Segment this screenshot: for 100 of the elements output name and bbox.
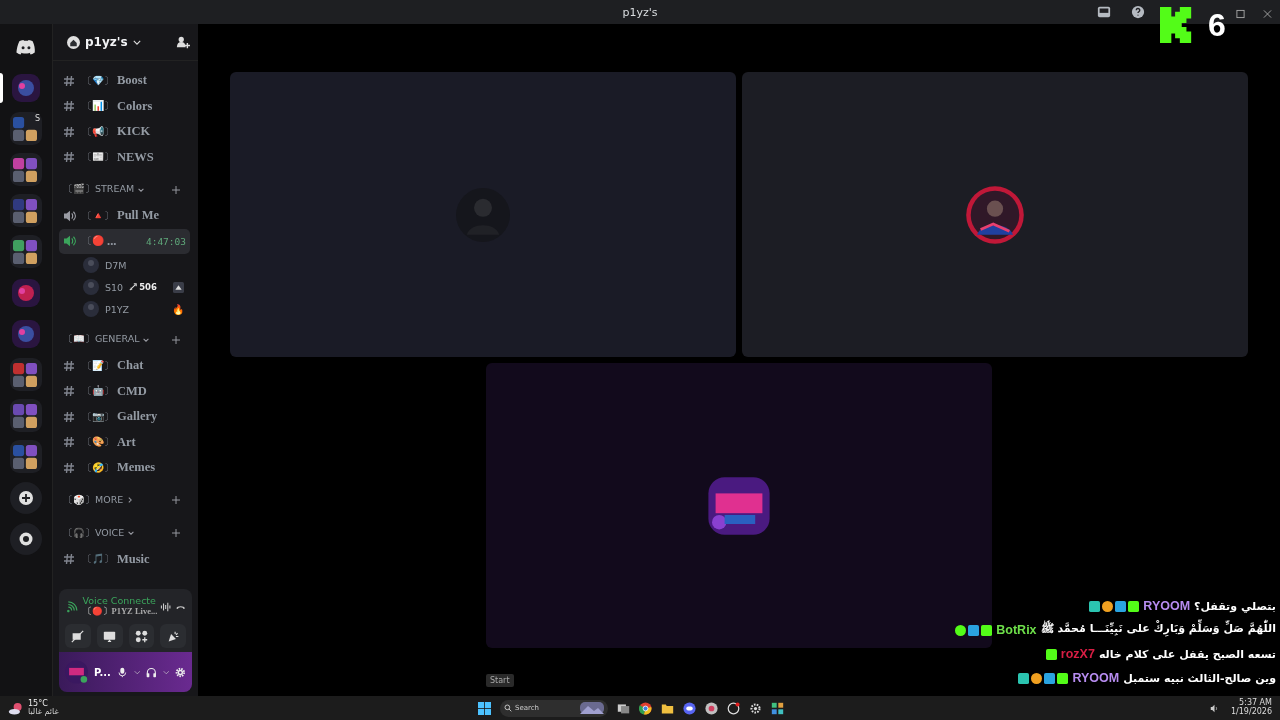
- add-server-button[interactable]: [10, 481, 42, 514]
- channel-item[interactable]: 〔📢〕 KICK: [59, 119, 190, 145]
- add-member-icon[interactable]: [176, 35, 190, 49]
- help-icon[interactable]: [1131, 5, 1145, 19]
- voice-channel-item[interactable]: 〔🔴 ... 4:47:03: [59, 228, 190, 254]
- channel-emoji: 〔📰〕: [82, 150, 114, 165]
- voice-member[interactable]: S10 506: [59, 276, 190, 298]
- hash-icon: [63, 410, 75, 423]
- activity-icon: [173, 281, 184, 293]
- plus-icon[interactable]: [172, 185, 180, 194]
- plus-icon[interactable]: [172, 335, 180, 344]
- camera-off-button[interactable]: [65, 624, 91, 648]
- folder-icons-drawing: [13, 157, 37, 182]
- search-highlight-icon: [580, 702, 604, 714]
- server-folder[interactable]: [10, 440, 42, 473]
- chat-username: RYOOM: [1072, 671, 1120, 685]
- activities-button[interactable]: [128, 624, 155, 648]
- folder-icons-drawing: [13, 403, 37, 428]
- channel-item[interactable]: 〔🤖〕 CMD: [59, 378, 190, 404]
- maximize-icon[interactable]: [1236, 7, 1245, 21]
- clock-date: 1/19/2026: [1230, 708, 1272, 717]
- voice-channel-item[interactable]: 〔🔺〕 Pull Me: [59, 203, 190, 229]
- voice-status: Voice Connecte: [82, 595, 156, 606]
- chat-message: بتصلي وتقفل؟: [1194, 599, 1276, 613]
- chat-badge-icon: [1057, 672, 1069, 684]
- channel-emoji: 〔📝〕: [82, 358, 114, 373]
- category-header[interactable]: 〔🎲〕MORE: [63, 493, 124, 507]
- browser-icon[interactable]: [705, 701, 718, 715]
- chat-badge-icon: [1031, 672, 1043, 684]
- browser-icon[interactable]: [639, 701, 652, 715]
- chat-badge-icon: [981, 624, 993, 636]
- weather-icon[interactable]: [8, 701, 24, 715]
- volume-icon[interactable]: [1209, 703, 1219, 713]
- voice-channel-link[interactable]: 〔🔴〕P1YZ Live...: [82, 606, 158, 618]
- camera-off-icon: [71, 629, 85, 643]
- discord-logo-icon[interactable]: [16, 38, 36, 55]
- channel-item[interactable]: 〔🎨〕 Art: [59, 429, 190, 455]
- party-popper-icon: [166, 629, 180, 643]
- microphone-icon[interactable]: [116, 665, 128, 679]
- app-icon[interactable]: [727, 701, 740, 715]
- hash-icon: [63, 74, 75, 87]
- category-header[interactable]: 〔🎬〕STREAM: [63, 183, 135, 196]
- plus-icon[interactable]: [172, 529, 180, 537]
- chat-username: RYOOM: [1143, 599, 1191, 613]
- folder-icons-drawing: [13, 198, 37, 223]
- headphones-icon[interactable]: [146, 665, 157, 679]
- server-folder[interactable]: [10, 399, 42, 432]
- search-icon: [504, 704, 512, 712]
- channel-item[interactable]: 〔💎〕 Boost: [59, 68, 190, 94]
- server-folder[interactable]: [10, 194, 42, 227]
- chat-username: BotRix: [996, 623, 1037, 637]
- server-name[interactable]: p1yz's: [85, 35, 128, 49]
- plus-icon[interactable]: [172, 496, 180, 504]
- app-icon[interactable]: [771, 701, 784, 715]
- server-folder[interactable]: [10, 358, 42, 391]
- channel-item[interactable]: 〔📝〕 Chat: [59, 353, 190, 379]
- status-emoji: 🔥: [172, 303, 184, 315]
- folder-label: S: [34, 114, 40, 123]
- server-folder[interactable]: [10, 235, 42, 268]
- screen-share-button[interactable]: [96, 624, 123, 648]
- inbox-icon[interactable]: [1097, 5, 1111, 19]
- task-view-icon[interactable]: [617, 701, 630, 715]
- channel-item[interactable]: 〔📊〕 Colors: [59, 93, 190, 119]
- chat-app-icon[interactable]: [683, 701, 696, 715]
- hash-icon: [63, 461, 75, 474]
- folder-icon[interactable]: [661, 701, 674, 715]
- sword-icon: [129, 283, 138, 291]
- voice-member[interactable]: D7M: [59, 254, 190, 276]
- channel-emoji: 〔📷〕: [82, 409, 114, 424]
- avatar-icon: [83, 279, 99, 295]
- chevron-down-icon[interactable]: [133, 669, 141, 675]
- username: P...: [94, 666, 111, 678]
- chevron-down-icon[interactable]: [162, 669, 170, 675]
- window-title: p1yz's: [621, 5, 659, 19]
- server-icon[interactable]: [12, 73, 40, 102]
- close-icon[interactable]: [1263, 7, 1272, 21]
- chat-message: وين صالح-الثالث نبيه ستمبل: [1123, 671, 1276, 685]
- server-folder[interactable]: [10, 153, 42, 186]
- channel-item[interactable]: 〔📰〕 NEWS: [59, 144, 190, 170]
- channel-item[interactable]: 〔🎵〕 Music: [59, 546, 190, 572]
- windows-start-icon[interactable]: [478, 701, 491, 715]
- hash-icon: [63, 553, 75, 566]
- hash-icon: [63, 436, 75, 449]
- voice-member[interactable]: P1YZ 🔥: [59, 298, 190, 320]
- soundboard-button[interactable]: [160, 624, 186, 648]
- server-icon[interactable]: [12, 278, 40, 307]
- channel-item[interactable]: 〔🤣〕 Memes: [59, 455, 190, 481]
- clock-time: 5:37 AM: [1239, 699, 1272, 708]
- category-header[interactable]: 〔📖〕GENERAL: [63, 333, 140, 346]
- chat-message: تسعه الصبح يقفل على كلام خاله: [1098, 647, 1276, 661]
- server-folder[interactable]: S: [10, 112, 42, 145]
- category-header[interactable]: 〔🎧〕VOICE: [63, 526, 125, 540]
- stream-duration: 4:47:03: [145, 235, 186, 247]
- channel-item[interactable]: 〔📷〕 Gallery: [59, 404, 190, 430]
- channel-emoji: 〔📊〕: [82, 99, 114, 114]
- settings-icon[interactable]: [175, 665, 186, 679]
- server-icon[interactable]: [12, 319, 40, 348]
- discover-button[interactable]: [10, 522, 42, 555]
- folder-icons-drawing: [13, 362, 37, 387]
- gear-icon[interactable]: [749, 701, 762, 715]
